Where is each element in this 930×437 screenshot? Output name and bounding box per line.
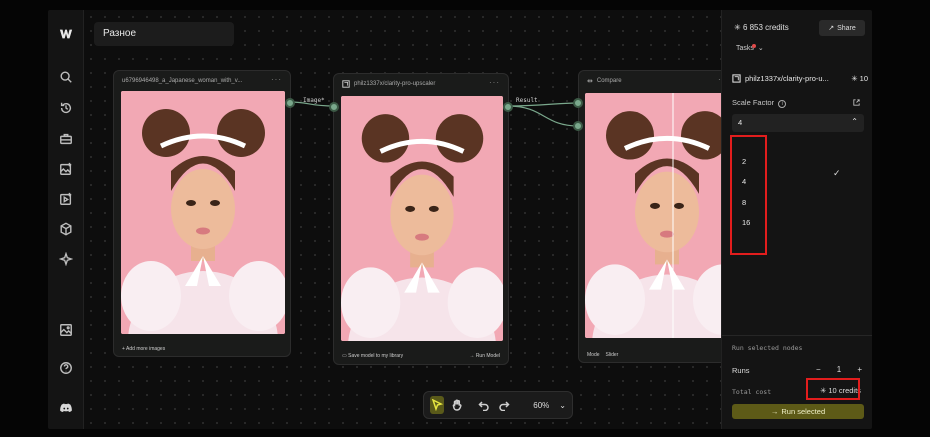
logo-icon[interactable] <box>56 24 76 44</box>
output-port[interactable] <box>285 98 295 108</box>
image-add-icon[interactable] <box>56 159 76 179</box>
input-port-compare-a[interactable] <box>573 98 583 108</box>
model-cost: ✳ 10 <box>851 74 868 83</box>
undo-button[interactable] <box>477 396 491 414</box>
mode-select[interactable]: Slider <box>606 352 619 358</box>
node-header: ⇹ Compare ··· <box>579 71 737 91</box>
external-link-icon[interactable] <box>852 98 861 107</box>
runs-label: Runs <box>732 366 750 375</box>
upscaler-model-node[interactable]: philz1337x/clarity-pro-upscaler ··· ▭ Sa… <box>333 73 509 365</box>
selected-check-icon: ✓ <box>833 168 841 178</box>
divider <box>722 335 872 336</box>
node-menu-icon[interactable]: ··· <box>271 75 282 84</box>
save-model-button[interactable]: ▭ Save model to my library <box>342 353 403 359</box>
highlight-box-cost <box>806 378 860 400</box>
total-cost-label: Total cost <box>732 388 772 396</box>
node-footer: ▭ Save model to my library → Run Model <box>342 353 500 359</box>
node-footer: + Add more images <box>122 346 282 352</box>
runs-decrement-button[interactable]: − <box>816 365 821 374</box>
pan-tool-button[interactable] <box>450 396 464 414</box>
selected-model-row: philz1337x/clarity-pro-u... ✳ 10 <box>732 74 868 83</box>
edge-label-result: Result <box>516 97 538 104</box>
redo-button[interactable] <box>497 396 511 414</box>
run-selected-nodes-label: Run selected nodes <box>732 344 803 352</box>
node-header: philz1337x/clarity-pro-upscaler ··· <box>334 74 508 94</box>
left-sidebar <box>48 10 84 429</box>
runs-increment-button[interactable]: + <box>857 365 862 374</box>
discord-icon[interactable] <box>56 398 76 418</box>
zoom-chevron-icon[interactable]: ⌄ <box>559 401 566 410</box>
upscaled-photo <box>341 96 503 341</box>
compare-icon: ⇹ <box>587 78 593 85</box>
tasks-menu[interactable]: Tasks ⌄ <box>736 44 764 52</box>
arrow-right-icon: → <box>770 407 779 416</box>
edge-result-2 <box>507 105 579 127</box>
canvas-toolbar: 60% ⌄ <box>423 391 573 419</box>
briefcase-icon[interactable] <box>56 129 76 149</box>
cursor-icon <box>432 399 444 411</box>
runs-stepper: − 1 + <box>816 365 862 374</box>
node-title: Compare <box>596 78 622 84</box>
select-tool-button[interactable] <box>430 396 445 414</box>
node-title: philz1337x/clarity-pro-upscaler <box>354 81 436 87</box>
run-model-button[interactable]: → Run Model <box>469 353 500 359</box>
model-icon <box>732 74 741 83</box>
board-title[interactable]: Разное <box>94 22 234 46</box>
undo-icon <box>478 401 489 411</box>
edge-label-image: Image* <box>303 97 325 104</box>
node-title: u6796946498_a_Japanese_woman_with_v... <box>122 78 243 84</box>
chevron-up-icon: ⌃ <box>851 117 858 126</box>
app-window: Разное Image* Result u6796946498_a_Japan… <box>48 10 872 429</box>
chevron-down-icon: ⌄ <box>757 45 764 52</box>
search-icon[interactable] <box>56 67 76 87</box>
input-photo <box>121 91 285 334</box>
highlight-box-options <box>730 135 767 255</box>
mode-label: Mode <box>587 352 600 358</box>
node-canvas[interactable]: Разное Image* Result u6796946498_a_Japan… <box>84 10 739 429</box>
hand-icon <box>453 399 463 411</box>
notification-dot <box>751 44 756 48</box>
help-icon[interactable] <box>56 358 76 378</box>
redo-icon <box>499 401 510 411</box>
input-port-image[interactable] <box>329 102 339 112</box>
compare-node[interactable]: ⇹ Compare ··· <box>578 70 739 363</box>
history-icon[interactable] <box>56 98 76 118</box>
runs-value[interactable]: 1 <box>837 365 841 374</box>
node-menu-icon[interactable]: ··· <box>489 78 500 87</box>
node-footer: Mode Slider <box>587 352 729 358</box>
model-icon <box>342 80 350 88</box>
zoom-level[interactable]: 60% <box>533 401 549 410</box>
scale-factor-select[interactable]: 4 ⌃ <box>732 114 864 132</box>
scale-factor-label: Scale Factor i <box>732 98 787 108</box>
compare-photo[interactable] <box>585 93 739 338</box>
credits-icon: ✳ <box>734 23 741 32</box>
share-button[interactable]: ↗ Share <box>819 20 865 36</box>
input-image-node[interactable]: u6796946498_a_Japanese_woman_with_v... ·… <box>113 70 291 357</box>
info-icon[interactable]: i <box>778 100 787 108</box>
cube-icon[interactable] <box>56 219 76 239</box>
credits-balance: ✳ 6 853 credits <box>734 23 789 32</box>
run-selected-button[interactable]: → Run selected <box>732 404 864 419</box>
input-port-compare-b[interactable] <box>573 121 583 131</box>
model-name: philz1337x/clarity-pro-u... <box>745 74 829 83</box>
add-more-images-link[interactable]: + Add more images <box>122 346 165 352</box>
video-add-icon[interactable] <box>56 189 76 209</box>
output-port-result[interactable] <box>503 102 513 112</box>
properties-panel: ✳ 6 853 credits ↗ Share Tasks ⌄ philz133… <box>721 10 872 429</box>
share-icon: ↗ <box>828 25 835 32</box>
node-header: u6796946498_a_Japanese_woman_with_v... ·… <box>114 71 290 91</box>
sparkle-icon[interactable] <box>56 249 76 269</box>
gallery-icon[interactable] <box>56 320 76 340</box>
